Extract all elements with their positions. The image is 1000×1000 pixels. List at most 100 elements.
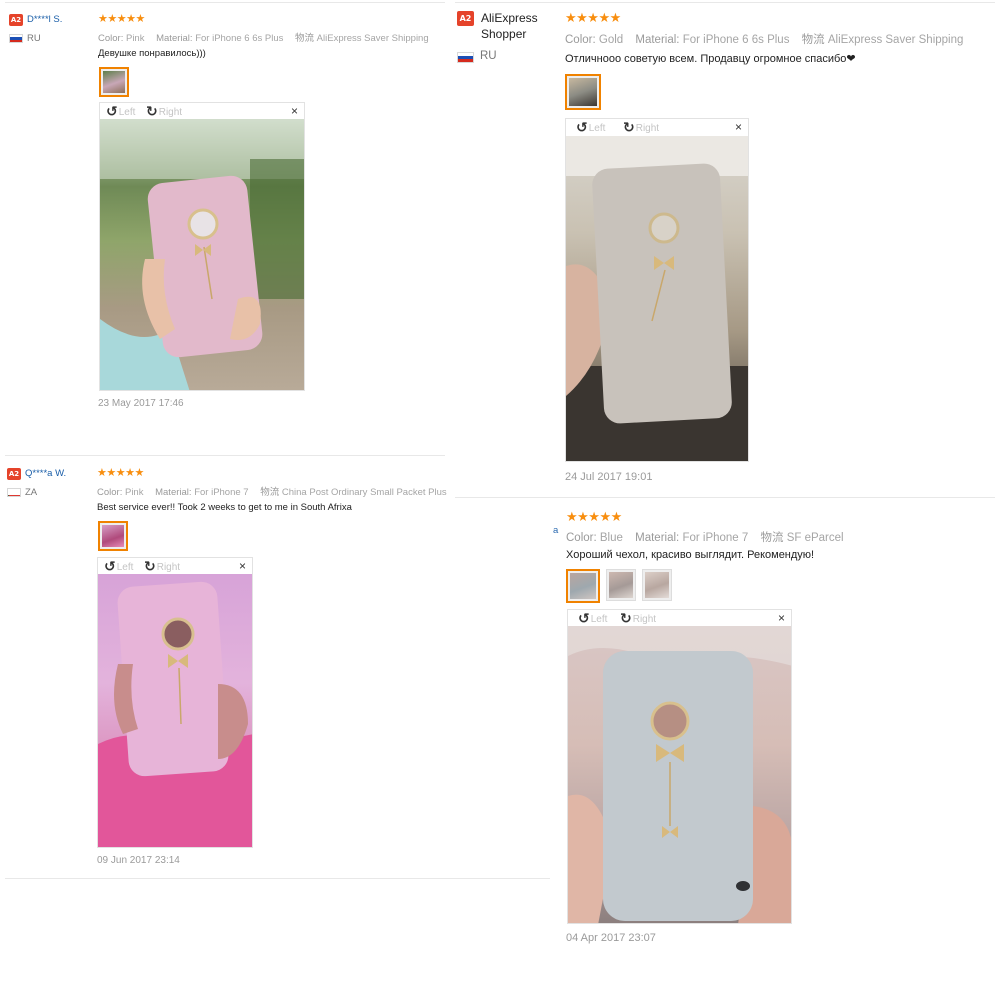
material-value: For iPhone 7	[682, 532, 749, 544]
review-attributes: Color: Blue Material: For iPhone 7 物流 SF…	[566, 529, 853, 545]
photo-viewer-toolbar: ↺Left ↻Right ×	[568, 610, 791, 626]
rotate-left-button[interactable]: ↺Left	[576, 120, 605, 136]
color-key: Color:	[97, 487, 123, 498]
review-date: 23 May 2017 17:46	[98, 398, 184, 409]
material-value: For iPhone 6 6s Plus	[195, 33, 284, 44]
russia-flag-icon	[9, 34, 23, 43]
review-photo	[566, 136, 748, 461]
photo-viewer: ↺Left ↻Right ×	[97, 557, 253, 848]
divider	[5, 455, 445, 456]
clipped-reviewer-name: a	[553, 525, 559, 536]
rotate-right-label: Right	[635, 123, 660, 134]
user-level-badge: A2	[7, 468, 21, 480]
close-viewer-button[interactable]: ×	[778, 611, 785, 625]
photo-viewer-toolbar: ↺Left ↻Right ×	[566, 119, 748, 135]
thumbnail-image	[569, 78, 597, 106]
reviewer-name[interactable]: Q****a W.	[25, 468, 66, 479]
south-africa-flag-graphic	[8, 495, 20, 496]
review-text: Девушке понравилось)))	[98, 48, 206, 59]
reviewer-name[interactable]: AliExpress Shopper	[481, 10, 571, 42]
rotate-right-icon: ↻	[144, 558, 156, 574]
south-africa-flag-icon	[7, 488, 21, 497]
user-level-badge: A2	[9, 14, 23, 26]
phone-case-illustration	[566, 136, 748, 461]
selected-indicator	[578, 109, 588, 110]
divider	[5, 2, 445, 3]
rotate-left-icon: ↺	[106, 103, 118, 119]
material-key: Material:	[635, 34, 680, 46]
divider	[455, 497, 995, 498]
review-photo-thumbnail[interactable]	[565, 74, 601, 110]
shipping-key: 物流	[801, 34, 825, 46]
rotate-left-label: Left	[116, 562, 134, 573]
user-level-badge: A2	[457, 11, 474, 26]
thumbnail-image	[102, 525, 124, 547]
shipping-value: SF eParcel	[786, 532, 844, 544]
divider	[5, 878, 550, 879]
thumbnail-image	[103, 71, 125, 93]
rotate-left-icon: ↺	[576, 119, 588, 135]
reviewer-name[interactable]: D****l S.	[27, 14, 62, 25]
photo-viewer-toolbar: ↺Left ↻Right ×	[98, 558, 252, 574]
review-photo-thumbnail[interactable]	[606, 569, 636, 601]
photo-viewer: ↺Left ↻Right ×	[99, 102, 305, 391]
shipping-key: 物流	[260, 487, 280, 498]
shipping-value: AliExpress Saver Shipping	[316, 33, 429, 44]
review-photo-thumbnail[interactable]	[566, 569, 600, 603]
close-viewer-button[interactable]: ×	[735, 120, 742, 134]
reviewer-country: ZA	[25, 487, 38, 498]
photo-viewer: ↺Left ↻Right ×	[567, 609, 792, 924]
color-value: Blue	[599, 532, 623, 544]
review-date: 04 Apr 2017 23:07	[566, 932, 656, 944]
review-photo-thumbnail[interactable]	[99, 67, 129, 97]
material-key: Material:	[155, 487, 192, 498]
color-key: Color:	[565, 34, 596, 46]
shipping-value: China Post Ordinary Small Packet Plus	[281, 487, 447, 498]
rotate-right-label: Right	[156, 562, 181, 573]
rotate-left-icon: ↺	[578, 610, 590, 626]
color-value: Pink	[124, 487, 144, 498]
reviewer-country: RU	[480, 50, 497, 62]
close-viewer-button[interactable]: ×	[291, 104, 298, 118]
review-attributes: Color: Gold Material: For iPhone 6 6s Pl…	[565, 31, 972, 47]
rotate-right-button[interactable]: ↻Right	[144, 559, 180, 575]
shipping-key: 物流	[295, 33, 315, 44]
close-viewer-button[interactable]: ×	[239, 559, 246, 573]
rotate-right-label: Right	[632, 614, 657, 625]
rotate-right-button[interactable]: ↻Right	[620, 611, 656, 627]
star-rating: ★★★★★	[565, 10, 621, 25]
photo-viewer: ↺Left ↻Right ×	[565, 118, 749, 462]
russia-flag-icon	[457, 52, 474, 63]
color-value: Pink	[125, 33, 145, 44]
rotate-right-button[interactable]: ↻Right	[146, 104, 182, 120]
review-photo	[100, 119, 304, 390]
phone-case-illustration	[98, 581, 252, 847]
reviewer-country: RU	[27, 33, 41, 44]
rotate-left-button[interactable]: ↺Left	[104, 559, 133, 575]
selected-indicator	[109, 96, 119, 97]
selected-indicator	[108, 550, 118, 551]
material-key: Material:	[635, 532, 680, 544]
rotate-left-button[interactable]: ↺Left	[106, 104, 135, 120]
rotate-left-label: Left	[588, 123, 606, 134]
rotate-right-button[interactable]: ↻Right	[623, 120, 659, 136]
review-photo	[98, 574, 252, 847]
material-value: For iPhone 6 6s Plus	[682, 34, 790, 46]
phone-case-illustration	[100, 119, 304, 390]
color-key: Color:	[98, 33, 124, 44]
rotate-right-icon: ↻	[620, 610, 632, 626]
review-text: Best service ever!! Took 2 weeks to get …	[97, 502, 352, 513]
photo-viewer-toolbar: ↺Left ↻Right ×	[100, 103, 304, 119]
review-date: 09 Jun 2017 23:14	[97, 855, 180, 866]
rotate-left-icon: ↺	[104, 558, 116, 574]
shipping-key: 物流	[760, 532, 784, 544]
review-photo-thumbnail[interactable]	[642, 569, 672, 601]
rotate-left-label: Left	[590, 614, 608, 625]
rotate-right-icon: ↻	[146, 103, 158, 119]
divider	[455, 2, 995, 3]
review-attributes: Color: Pink Material: For iPhone 7 物流 Ch…	[97, 484, 456, 498]
material-key: Material:	[156, 33, 193, 44]
star-rating: ★★★★★	[98, 13, 145, 25]
review-photo-thumbnail[interactable]	[98, 521, 128, 551]
rotate-left-button[interactable]: ↺Left	[578, 611, 607, 627]
